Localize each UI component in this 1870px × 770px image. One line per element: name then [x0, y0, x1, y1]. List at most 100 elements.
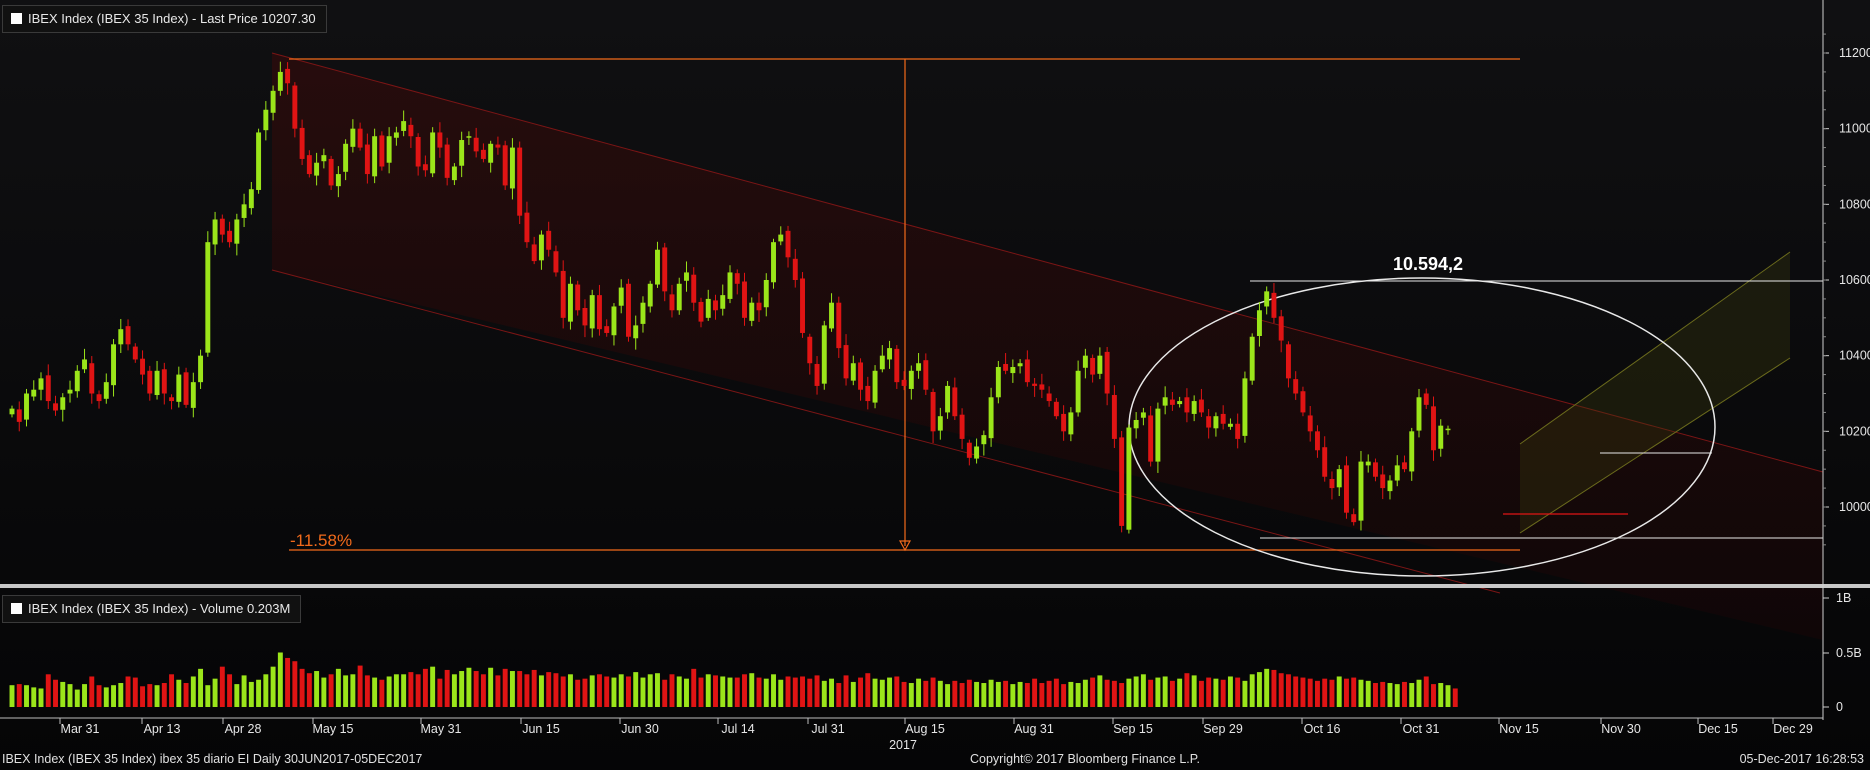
- candle-body: [1119, 437, 1125, 526]
- legend-square-icon: [11, 13, 22, 24]
- candle-body: [524, 212, 530, 243]
- volume-bar: [756, 677, 762, 707]
- candle-body: [778, 234, 784, 242]
- volume-bar: [1206, 677, 1212, 707]
- candle-body: [604, 326, 610, 333]
- volume-bar: [981, 683, 987, 707]
- volume-bar: [488, 667, 494, 707]
- volume-bar: [684, 678, 689, 707]
- volume-bar: [1438, 683, 1444, 707]
- volume-bar: [1365, 680, 1371, 707]
- volume-bar: [800, 676, 805, 707]
- volume-bar: [807, 678, 813, 707]
- volume-bar: [241, 675, 247, 707]
- candle-body: [763, 280, 769, 308]
- volume-bar: [901, 681, 907, 707]
- volume-bar: [567, 674, 573, 707]
- volume-bar: [589, 675, 595, 707]
- volume-bar: [1329, 679, 1335, 707]
- candle-body: [1097, 355, 1103, 374]
- candle-body: [1213, 416, 1219, 429]
- candle-body: [1380, 474, 1386, 489]
- price-tick-label: 11000: [1839, 122, 1870, 136]
- volume-bar: [393, 674, 399, 707]
- candle-body: [125, 326, 131, 345]
- volume-bar: [995, 681, 1001, 707]
- volume-bar: [212, 678, 218, 707]
- candle-body: [684, 272, 689, 281]
- volume-bar: [430, 666, 436, 707]
- volume-bar: [328, 674, 334, 707]
- volume-bar: [1314, 680, 1320, 707]
- candle-body: [1256, 310, 1262, 336]
- price-tick-label: 10000: [1839, 500, 1870, 514]
- volume-bar: [1387, 683, 1393, 707]
- volume-bar: [306, 673, 312, 707]
- candle-body: [480, 149, 486, 159]
- volume-bar: [314, 671, 320, 707]
- volume-bar: [480, 674, 486, 707]
- candle-body: [1148, 415, 1154, 462]
- volume-bar: [234, 684, 240, 707]
- volume-bar: [1242, 680, 1248, 707]
- candle-body: [655, 249, 660, 285]
- volume-bar: [1278, 673, 1284, 707]
- volume-bar: [1039, 683, 1045, 707]
- volume-bar: [640, 677, 646, 707]
- candle-body: [538, 234, 544, 261]
- price-volume-chart: -11.58% 10.594,2 10000 10200 10400 10600 10800…: [0, 0, 1870, 752]
- candle-body: [713, 300, 718, 311]
- price-legend[interactable]: IBEX Index (IBEX 35 Index) - Last Price …: [2, 5, 327, 33]
- candle-body: [865, 385, 871, 402]
- candle-body: [1024, 359, 1030, 383]
- candle-body: [1329, 479, 1335, 489]
- candle-body: [9, 408, 15, 415]
- volume-legend[interactable]: IBEX Index (IBEX 35 Index) - Volume 0.20…: [2, 595, 302, 623]
- candle-body: [292, 85, 298, 129]
- candle-body: [821, 325, 827, 384]
- candle-body: [1082, 355, 1088, 368]
- volume-bar: [1140, 674, 1146, 707]
- candle-body: [858, 362, 864, 390]
- footer-timestamp: 05-Dec-2017 16:28:53: [1739, 752, 1864, 766]
- candle-body: [843, 345, 849, 379]
- time-tick-label: Jul 31: [811, 722, 844, 736]
- volume-tick-label: 0.5B: [1836, 646, 1862, 660]
- time-tick-label: May 31: [421, 722, 462, 736]
- candle-body: [872, 370, 878, 403]
- volume-bar: [74, 689, 80, 707]
- time-tick-label: Oct 16: [1304, 722, 1341, 736]
- volume-bar: [1271, 669, 1277, 707]
- candle-body: [1307, 415, 1313, 432]
- volume-bar: [734, 677, 740, 707]
- volume-bar: [67, 684, 73, 707]
- candle-body: [930, 391, 936, 432]
- volume-bar: [930, 677, 936, 707]
- candle-body: [473, 137, 479, 152]
- volume-bar: [908, 683, 914, 707]
- volume-bar: [364, 675, 370, 707]
- candle-body: [546, 230, 552, 250]
- volume-bar: [669, 674, 675, 707]
- volume-bar: [1213, 678, 1219, 707]
- candle-body: [1402, 462, 1407, 470]
- volume-bar: [96, 685, 102, 707]
- candle-body: [771, 242, 776, 283]
- volume-bar: [372, 677, 378, 707]
- volume-bar: [1024, 683, 1030, 707]
- volume-bar: [836, 683, 842, 707]
- candle-body: [430, 132, 436, 174]
- volume-bar: [451, 674, 457, 707]
- volume-bar: [408, 672, 414, 707]
- volume-bar: [1264, 668, 1270, 707]
- candle-body: [1409, 431, 1415, 472]
- time-tick-label: Apr 28: [225, 722, 262, 736]
- candle-body: [1191, 401, 1197, 414]
- volume-bar: [1285, 674, 1291, 707]
- candle-body: [1343, 465, 1349, 513]
- volume-bar: [937, 680, 943, 707]
- volume-bar: [705, 674, 711, 707]
- volume-bar: [596, 674, 602, 707]
- candle-body: [749, 302, 755, 321]
- candle-body: [1314, 431, 1320, 451]
